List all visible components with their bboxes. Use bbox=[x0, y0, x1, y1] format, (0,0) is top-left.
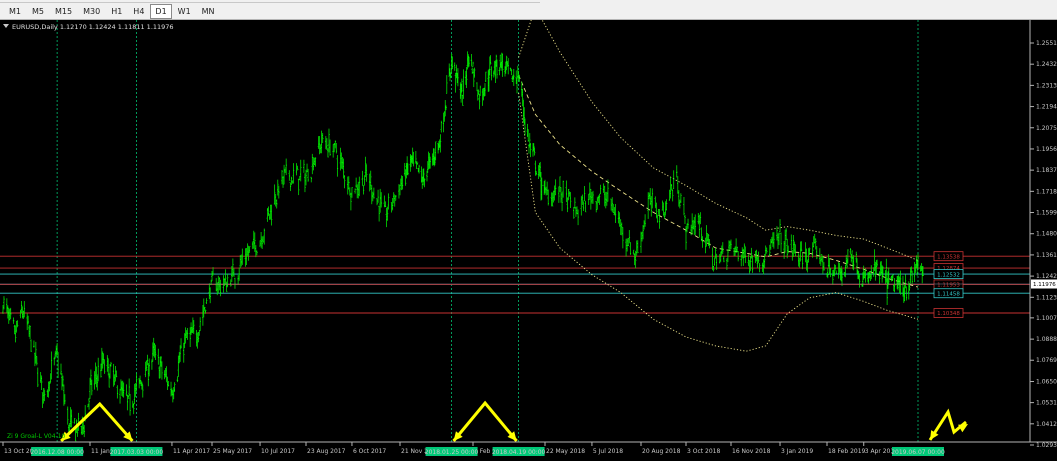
level-label: 1.11458 bbox=[937, 291, 960, 297]
marker-date-tag-label: 2017.03.03 00:00 bbox=[110, 449, 164, 456]
price-tick-label: 1.11230 bbox=[1036, 294, 1057, 301]
indicator-label: Zi 9 Groal-L V04-10 bbox=[7, 433, 66, 440]
price-tick-label: 1.20750 bbox=[1036, 125, 1057, 132]
price-tick-label: 1.13610 bbox=[1036, 252, 1057, 259]
level-label: 1.11953 bbox=[937, 283, 960, 289]
marker-date-tag-label: 2018.04.19 00:00 bbox=[492, 449, 546, 456]
price-tick-label: 1.18370 bbox=[1036, 167, 1057, 174]
date-tick-label: 13 Oct 20 bbox=[4, 448, 34, 455]
current-price-text: 1.11976 bbox=[1033, 282, 1056, 288]
price-tick-label: 1.08880 bbox=[1036, 336, 1057, 343]
level-label: 1.12532 bbox=[937, 272, 960, 278]
price-tick-label: 1.05315 bbox=[1036, 400, 1057, 407]
date-tick-label: 3 Oct 2018 bbox=[687, 448, 720, 455]
price-tick-label: 1.07695 bbox=[1036, 357, 1057, 364]
level-label: 1.10348 bbox=[937, 311, 960, 317]
date-tick-label: 16 Nov 2018 bbox=[732, 448, 771, 455]
date-tick-label: 5 Jul 2018 bbox=[593, 448, 623, 455]
timeframe-w1[interactable]: W1 bbox=[173, 4, 196, 19]
date-tick-label: 20 Aug 2018 bbox=[642, 448, 681, 455]
price-tick-label: 1.21940 bbox=[1036, 104, 1057, 111]
price-tick-label: 1.15990 bbox=[1036, 210, 1057, 217]
timeframe-d1[interactable]: D1 bbox=[150, 4, 172, 19]
date-tick-label: 18 Feb 2019 bbox=[828, 448, 866, 455]
chart-title: EURUSD,Daily 1.12170 1.12424 1.11811 1.1… bbox=[12, 23, 174, 31]
timeframe-m15[interactable]: M15 bbox=[50, 4, 77, 19]
timeframe-m1[interactable]: M1 bbox=[4, 4, 26, 19]
price-tick-label: 1.25510 bbox=[1036, 40, 1057, 47]
date-tick-label: 22 May 2018 bbox=[546, 448, 585, 455]
date-tick-label: 25 May 2017 bbox=[213, 448, 252, 455]
marker-date-tag-label: 2019.06.07 00:00 bbox=[891, 449, 945, 456]
marker-date-tag-label: 2018.01.25 00:00 bbox=[425, 449, 479, 456]
timeframe-h1[interactable]: H1 bbox=[106, 4, 127, 19]
price-tick-label: 1.19560 bbox=[1036, 146, 1057, 153]
timeframe-mn[interactable]: MN bbox=[197, 4, 220, 19]
timeframe-h4[interactable]: H4 bbox=[128, 4, 149, 19]
date-tick-label: 11 Apr 2017 bbox=[173, 448, 210, 455]
date-tick-label: 10 Jul 2017 bbox=[261, 448, 295, 455]
price-tick-label: 1.06500 bbox=[1036, 379, 1057, 386]
price-tick-label: 1.04125 bbox=[1036, 421, 1057, 428]
price-tick-label: 1.12420 bbox=[1036, 273, 1057, 280]
price-tick-label: 1.14800 bbox=[1036, 231, 1057, 238]
timeframe-toolbar: M1 M5 M15 M30 H1 H4 D1 W1 MN bbox=[0, 0, 1057, 20]
timeframe-m5[interactable]: M5 bbox=[27, 4, 49, 19]
price-tick-label: 1.10075 bbox=[1036, 315, 1057, 322]
timeframe-m30[interactable]: M30 bbox=[78, 4, 105, 19]
toolbar-top-strip bbox=[0, 0, 540, 3]
marker-date-tag-label: 2016.12.08 00:00 bbox=[30, 449, 84, 456]
level-label: 1.13538 bbox=[937, 254, 960, 260]
timeframe-buttons: M1 M5 M15 M30 H1 H4 D1 W1 MN bbox=[4, 4, 221, 19]
price-tick-label: 1.17180 bbox=[1036, 188, 1057, 195]
date-tick-label: 6 Oct 2017 bbox=[353, 448, 386, 455]
price-chart[interactable]: 1.25510 1.24320 1.23130 1.21940 1.20750 1.195… bbox=[0, 20, 1057, 461]
date-tick-label: 23 Aug 2017 bbox=[307, 448, 346, 455]
price-tick-label: 1.24320 bbox=[1036, 61, 1057, 68]
price-tick-label: 1.02935 bbox=[1036, 442, 1057, 449]
price-tick-label: 1.23130 bbox=[1036, 82, 1057, 89]
date-tick-label: 3 Jan 2019 bbox=[781, 448, 813, 455]
chart-background bbox=[0, 20, 1057, 461]
